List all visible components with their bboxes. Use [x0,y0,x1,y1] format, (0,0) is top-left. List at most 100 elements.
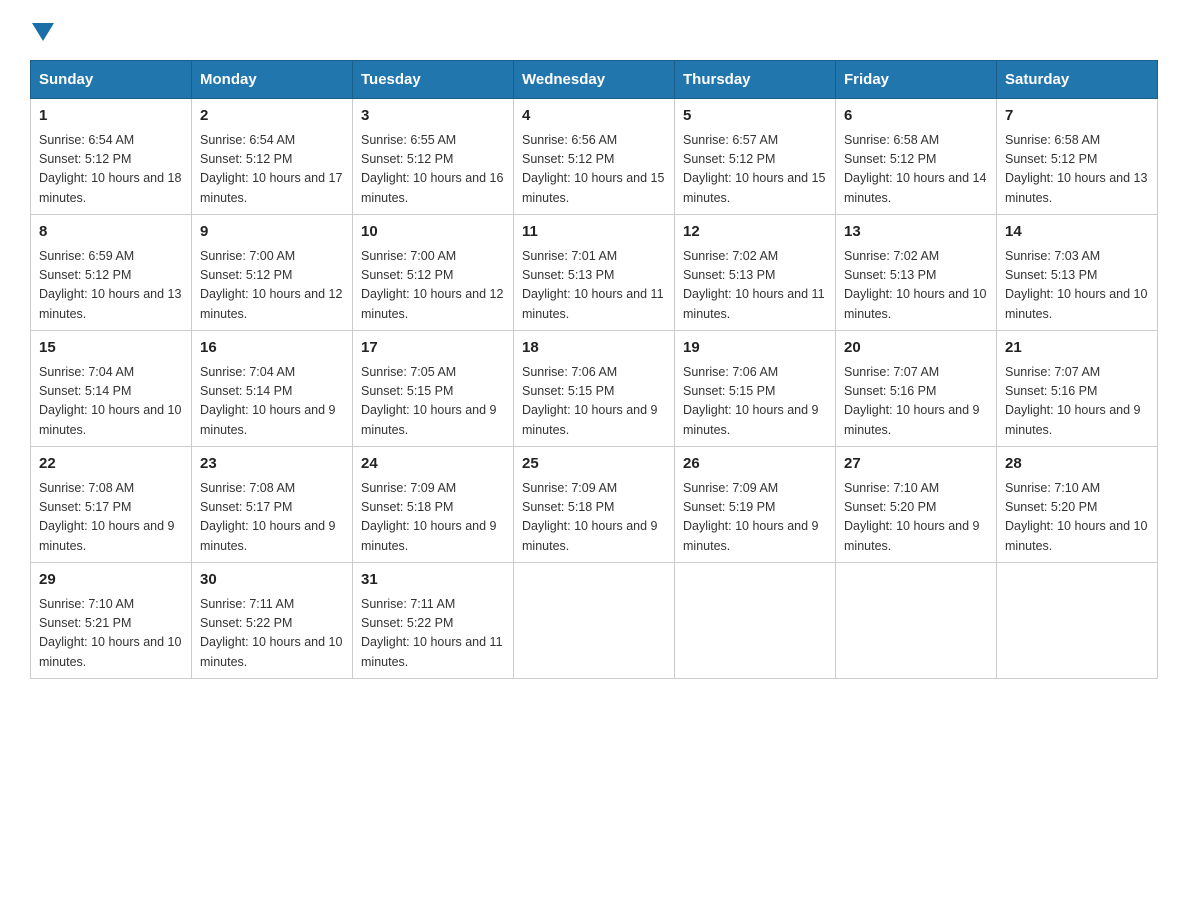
col-header-friday: Friday [836,61,997,99]
day-number: 24 [361,453,505,476]
day-info: Sunrise: 7:11 AMSunset: 5:22 PMDaylight:… [200,595,344,673]
day-number: 14 [1005,221,1149,244]
calendar-cell [997,563,1158,679]
day-info: Sunrise: 7:05 AMSunset: 5:15 PMDaylight:… [361,363,505,441]
day-info: Sunrise: 7:02 AMSunset: 5:13 PMDaylight:… [683,247,827,325]
col-header-wednesday: Wednesday [514,61,675,99]
day-info: Sunrise: 7:03 AMSunset: 5:13 PMDaylight:… [1005,247,1149,325]
calendar-cell: 1 Sunrise: 6:54 AMSunset: 5:12 PMDaylight… [31,99,192,215]
day-number: 9 [200,221,344,244]
calendar-cell: 4Sunrise: 6:56 AMSunset: 5:12 PMDaylight… [514,99,675,215]
calendar-header-row: SundayMondayTuesdayWednesdayThursdayFrid… [31,61,1158,99]
day-number: 7 [1005,105,1149,128]
day-number: 16 [200,337,344,360]
day-info: Sunrise: 7:01 AMSunset: 5:13 PMDaylight:… [522,247,666,325]
day-info: Sunrise: 7:09 AMSunset: 5:18 PMDaylight:… [522,479,666,557]
day-info: Sunrise: 7:04 AMSunset: 5:14 PMDaylight:… [39,363,183,441]
calendar-cell: 28 Sunrise: 7:10 AMSunset: 5:20 PMDayligh… [997,447,1158,563]
calendar-cell: 21Sunrise: 7:07 AMSunset: 5:16 PMDayligh… [997,331,1158,447]
day-info: Sunrise: 6:58 AMSunset: 5:12 PMDaylight:… [1005,131,1149,209]
day-number: 11 [522,221,666,244]
calendar-cell: 9Sunrise: 7:00 AMSunset: 5:12 PMDaylight… [192,215,353,331]
calendar-cell: 11 Sunrise: 7:01 AMSunset: 5:13 PMDayligh… [514,215,675,331]
day-number: 29 [39,569,183,592]
day-info: Sunrise: 6:58 AMSunset: 5:12 PMDaylight:… [844,131,988,209]
calendar-cell: 7 Sunrise: 6:58 AMSunset: 5:12 PMDaylight… [997,99,1158,215]
day-info: Sunrise: 7:09 AMSunset: 5:19 PMDaylight:… [683,479,827,557]
day-info: Sunrise: 6:55 AMSunset: 5:12 PMDaylight:… [361,131,505,209]
calendar-cell: 6 Sunrise: 6:58 AMSunset: 5:12 PMDaylight… [836,99,997,215]
day-number: 10 [361,221,505,244]
day-info: Sunrise: 7:09 AMSunset: 5:18 PMDaylight:… [361,479,505,557]
calendar-cell: 25Sunrise: 7:09 AMSunset: 5:18 PMDayligh… [514,447,675,563]
day-number: 8 [39,221,183,244]
day-info: Sunrise: 6:54 AMSunset: 5:12 PMDaylight:… [39,131,183,209]
calendar-cell: 17 Sunrise: 7:05 AMSunset: 5:15 PMDayligh… [353,331,514,447]
day-info: Sunrise: 7:08 AMSunset: 5:17 PMDaylight:… [39,479,183,557]
calendar-cell [675,563,836,679]
calendar-cell: 14 Sunrise: 7:03 AMSunset: 5:13 PMDayligh… [997,215,1158,331]
day-number: 13 [844,221,988,244]
col-header-sunday: Sunday [31,61,192,99]
day-info: Sunrise: 7:07 AMSunset: 5:16 PMDaylight:… [844,363,988,441]
day-info: Sunrise: 7:11 AMSunset: 5:22 PMDaylight:… [361,595,505,673]
calendar-cell: 15Sunrise: 7:04 AMSunset: 5:14 PMDayligh… [31,331,192,447]
calendar-cell: 18 Sunrise: 7:06 AMSunset: 5:15 PMDayligh… [514,331,675,447]
day-number: 20 [844,337,988,360]
logo [30,20,54,42]
calendar-week-row: 22Sunrise: 7:08 AMSunset: 5:17 PMDayligh… [31,447,1158,563]
day-number: 28 [1005,453,1149,476]
calendar-cell: 22Sunrise: 7:08 AMSunset: 5:17 PMDayligh… [31,447,192,563]
day-info: Sunrise: 7:10 AMSunset: 5:20 PMDaylight:… [844,479,988,557]
day-number: 1 [39,105,183,128]
day-info: Sunrise: 7:04 AMSunset: 5:14 PMDaylight:… [200,363,344,441]
calendar-table: SundayMondayTuesdayWednesdayThursdayFrid… [30,60,1158,679]
col-header-monday: Monday [192,61,353,99]
day-info: Sunrise: 7:10 AMSunset: 5:21 PMDaylight:… [39,595,183,673]
day-number: 5 [683,105,827,128]
calendar-week-row: 8 Sunrise: 6:59 AMSunset: 5:12 PMDaylight… [31,215,1158,331]
calendar-cell: 10 Sunrise: 7:00 AMSunset: 5:12 PMDayligh… [353,215,514,331]
calendar-cell: 19Sunrise: 7:06 AMSunset: 5:15 PMDayligh… [675,331,836,447]
logo-triangle-icon [32,23,54,41]
calendar-cell: 5 Sunrise: 6:57 AMSunset: 5:12 PMDaylight… [675,99,836,215]
calendar-cell [836,563,997,679]
day-number: 3 [361,105,505,128]
page-header [30,20,1158,42]
calendar-cell: 20 Sunrise: 7:07 AMSunset: 5:16 PMDayligh… [836,331,997,447]
day-number: 26 [683,453,827,476]
day-number: 18 [522,337,666,360]
calendar-week-row: 1 Sunrise: 6:54 AMSunset: 5:12 PMDaylight… [31,99,1158,215]
day-info: Sunrise: 7:08 AMSunset: 5:17 PMDaylight:… [200,479,344,557]
calendar-cell [514,563,675,679]
day-number: 31 [361,569,505,592]
day-info: Sunrise: 6:56 AMSunset: 5:12 PMDaylight:… [522,131,666,209]
col-header-tuesday: Tuesday [353,61,514,99]
calendar-cell: 23 Sunrise: 7:08 AMSunset: 5:17 PMDayligh… [192,447,353,563]
calendar-cell: 24 Sunrise: 7:09 AMSunset: 5:18 PMDayligh… [353,447,514,563]
calendar-cell: 2Sunrise: 6:54 AMSunset: 5:12 PMDaylight… [192,99,353,215]
calendar-cell: 3 Sunrise: 6:55 AMSunset: 5:12 PMDaylight… [353,99,514,215]
day-info: Sunrise: 6:59 AMSunset: 5:12 PMDaylight:… [39,247,183,325]
day-number: 6 [844,105,988,128]
day-number: 30 [200,569,344,592]
day-number: 23 [200,453,344,476]
day-number: 17 [361,337,505,360]
calendar-week-row: 15Sunrise: 7:04 AMSunset: 5:14 PMDayligh… [31,331,1158,447]
day-info: Sunrise: 7:10 AMSunset: 5:20 PMDaylight:… [1005,479,1149,557]
day-info: Sunrise: 7:00 AMSunset: 5:12 PMDaylight:… [361,247,505,325]
calendar-cell: 12 Sunrise: 7:02 AMSunset: 5:13 PMDayligh… [675,215,836,331]
calendar-cell: 16 Sunrise: 7:04 AMSunset: 5:14 PMDayligh… [192,331,353,447]
day-info: Sunrise: 7:07 AMSunset: 5:16 PMDaylight:… [1005,363,1149,441]
calendar-week-row: 29 Sunrise: 7:10 AMSunset: 5:21 PMDayligh… [31,563,1158,679]
day-info: Sunrise: 6:57 AMSunset: 5:12 PMDaylight:… [683,131,827,209]
day-info: Sunrise: 7:02 AMSunset: 5:13 PMDaylight:… [844,247,988,325]
day-info: Sunrise: 7:06 AMSunset: 5:15 PMDaylight:… [522,363,666,441]
col-header-thursday: Thursday [675,61,836,99]
day-number: 27 [844,453,988,476]
day-number: 12 [683,221,827,244]
calendar-cell: 27 Sunrise: 7:10 AMSunset: 5:20 PMDayligh… [836,447,997,563]
calendar-cell: 13 Sunrise: 7:02 AMSunset: 5:13 PMDayligh… [836,215,997,331]
day-info: Sunrise: 6:54 AMSunset: 5:12 PMDaylight:… [200,131,344,209]
col-header-saturday: Saturday [997,61,1158,99]
